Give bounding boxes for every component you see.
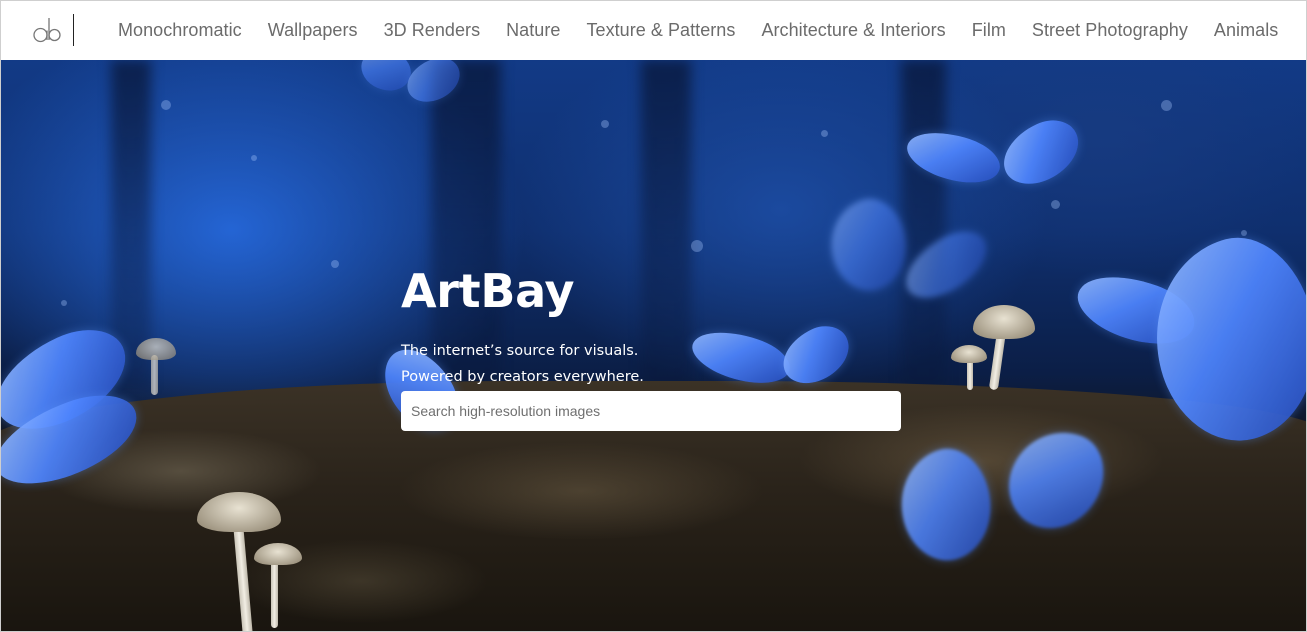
hero-content: ArtBay The internet’s source for visuals… <box>401 268 901 431</box>
top-navbar: Monochromatic Wallpapers 3D Renders Natu… <box>1 1 1306 60</box>
hero-tagline-line-2: Powered by creators everywhere. <box>401 369 644 385</box>
nav-link-architecture-interiors[interactable]: Architecture & Interiors <box>748 20 958 41</box>
category-nav: Monochromatic Wallpapers 3D Renders Natu… <box>105 1 1291 60</box>
ab-logo-icon[interactable] <box>29 12 65 48</box>
page: Monochromatic Wallpapers 3D Renders Natu… <box>0 0 1307 632</box>
nav-link-monochromatic[interactable]: Monochromatic <box>105 20 255 41</box>
nav-link-texture-patterns[interactable]: Texture & Patterns <box>573 20 748 41</box>
hero-banner: ArtBay The internet’s source for visuals… <box>1 60 1306 631</box>
nav-link-animals[interactable]: Animals <box>1201 20 1291 41</box>
hero-tagline: The internet’s source for visuals. Power… <box>401 338 901 390</box>
nav-link-street-photography[interactable]: Street Photography <box>1019 20 1201 41</box>
nav-link-film[interactable]: Film <box>959 20 1019 41</box>
hero-title: ArtBay <box>401 264 575 318</box>
search-input[interactable] <box>401 391 901 431</box>
nav-link-nature[interactable]: Nature <box>493 20 573 41</box>
nav-link-3d-renders[interactable]: 3D Renders <box>371 20 494 41</box>
logo-divider <box>73 14 74 46</box>
hero-tagline-line-1: The internet’s source for visuals. <box>401 343 639 359</box>
search-box <box>401 391 901 431</box>
nav-link-wallpapers[interactable]: Wallpapers <box>255 20 371 41</box>
